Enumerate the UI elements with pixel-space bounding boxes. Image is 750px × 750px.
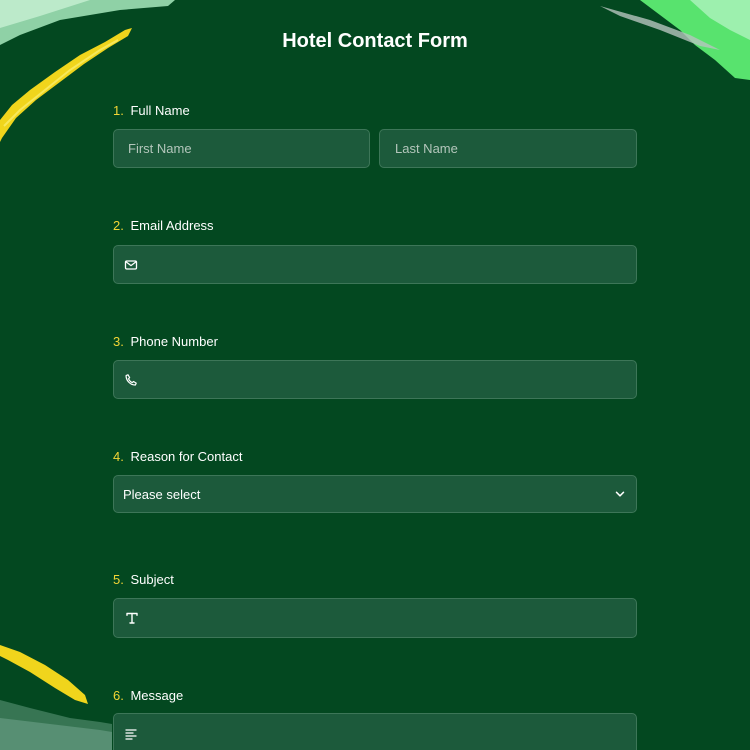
question-text: Full Name bbox=[130, 103, 190, 118]
question-label-message: 6. Message bbox=[113, 688, 183, 703]
form-title: Hotel Contact Form bbox=[282, 30, 468, 52]
question-text: Email Address bbox=[130, 218, 214, 233]
question-number: 1. bbox=[113, 103, 124, 118]
question-number: 4. bbox=[113, 449, 124, 464]
question-text: Phone Number bbox=[130, 334, 218, 349]
subject-field[interactable] bbox=[113, 598, 637, 638]
first-name-placeholder: First Name bbox=[128, 141, 192, 156]
phone-field[interactable] bbox=[113, 360, 637, 399]
email-field[interactable] bbox=[113, 245, 637, 284]
question-label-subject: 5. Subject bbox=[113, 572, 174, 587]
question-text: Reason for Contact bbox=[130, 449, 243, 464]
envelope-icon bbox=[124, 259, 138, 270]
question-text: Message bbox=[130, 688, 184, 703]
question-number: 6. bbox=[113, 688, 124, 703]
first-name-input[interactable]: First Name bbox=[113, 129, 370, 168]
last-name-input[interactable]: Last Name bbox=[379, 129, 637, 168]
question-label-phone: 3. Phone Number bbox=[113, 334, 218, 349]
message-textarea[interactable] bbox=[113, 713, 637, 750]
reason-select[interactable]: Please select bbox=[113, 475, 637, 513]
form-page: Hotel Contact Form 1. Full Name First Na… bbox=[0, 0, 750, 750]
question-label-full-name: 1. Full Name bbox=[113, 103, 190, 118]
paragraph-icon bbox=[125, 729, 137, 740]
last-name-placeholder: Last Name bbox=[395, 141, 458, 156]
reason-selected-value: Please select bbox=[123, 486, 201, 502]
question-label-reason: 4. Reason for Contact bbox=[113, 449, 242, 464]
question-number: 2. bbox=[113, 218, 124, 233]
chevron-down-icon bbox=[615, 491, 625, 497]
question-number: 3. bbox=[113, 334, 124, 349]
question-label-email: 2. Email Address bbox=[113, 218, 214, 233]
question-number: 5. bbox=[113, 572, 124, 587]
text-icon bbox=[126, 612, 138, 624]
phone-icon bbox=[125, 373, 137, 386]
question-text: Subject bbox=[130, 572, 174, 587]
